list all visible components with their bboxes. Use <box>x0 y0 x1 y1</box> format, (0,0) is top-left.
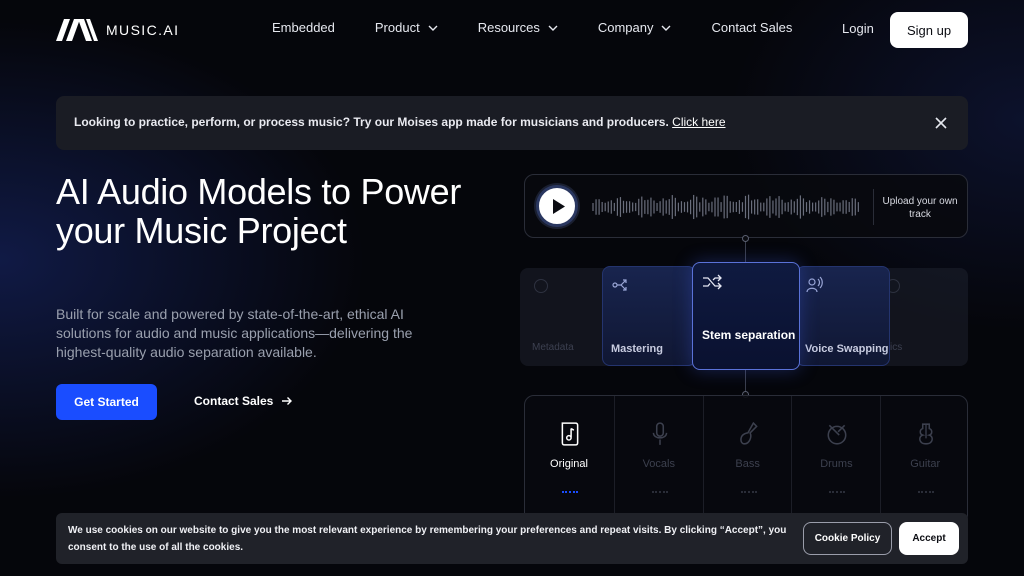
connector-dot <box>742 235 749 242</box>
nav-item-company[interactable]: Company <box>598 20 672 35</box>
music-ai-logo-icon <box>56 19 98 41</box>
model-label: Stem separation <box>702 328 796 342</box>
divider <box>873 189 874 225</box>
hero-title: AI Audio Models to Power your Music Proj… <box>56 171 462 251</box>
nav-links: Embedded Product Resources Company Conta… <box>272 20 832 35</box>
guitar-icon <box>919 423 934 445</box>
stem-indicator <box>740 491 757 493</box>
nav-item-product[interactable]: Product <box>375 20 438 35</box>
audio-player-card: Upload your own track <box>524 174 968 238</box>
stem-option-original[interactable]: Original <box>525 396 613 526</box>
nav-item-label: Contact Sales <box>711 20 793 35</box>
nav-item-label: Company <box>597 20 654 35</box>
model-label-faded[interactable]: Metadata <box>532 342 574 353</box>
nav-item-label: Embedded <box>272 20 335 35</box>
arrow-right-icon <box>282 397 293 405</box>
stem-indicator <box>651 491 668 493</box>
model-card-voice-swapping[interactable]: Voice Swapping <box>796 266 890 366</box>
play-icon <box>553 199 565 214</box>
login-link[interactable]: Login <box>842 21 874 36</box>
contact-sales-label: Contact Sales <box>194 394 274 408</box>
contact-sales-button[interactable]: Contact Sales <box>194 394 293 408</box>
banner-link[interactable]: Click here <box>672 115 725 129</box>
split-arrows-icon <box>703 274 722 290</box>
model-label: Mastering <box>611 343 663 355</box>
chevron-down-icon <box>661 25 671 31</box>
bass-guitar-icon <box>739 422 758 445</box>
upload-track-link[interactable]: Upload your own track <box>881 195 959 221</box>
stem-indicator <box>918 491 935 493</box>
cookie-banner: We use cookies on our website to give yo… <box>56 513 968 564</box>
accept-cookies-button[interactable]: Accept <box>899 522 959 555</box>
top-navigation: MUSIC.AI Embedded Product Resources Comp… <box>0 0 1024 60</box>
get-started-button[interactable]: Get Started <box>56 384 157 420</box>
stem-option-bass[interactable]: Bass <box>702 396 791 526</box>
stem-selector: Original Vocals Bass Drums Guitar <box>524 395 968 526</box>
banner-text: Looking to practice, perform, or process… <box>74 115 673 129</box>
stem-indicator <box>829 491 846 493</box>
drum-icon <box>827 424 847 445</box>
music-file-icon <box>561 422 579 446</box>
chevron-down-icon <box>548 25 558 31</box>
metadata-icon <box>534 279 548 293</box>
voice-icon <box>806 276 823 293</box>
brand-name: MUSIC.AI <box>106 22 180 38</box>
nav-item-label: Product <box>374 20 420 35</box>
signup-button[interactable]: Sign up <box>890 12 968 48</box>
brand-logo[interactable]: MUSIC.AI <box>56 19 179 41</box>
chevron-down-icon <box>428 25 438 31</box>
stem-label: Drums <box>820 458 853 470</box>
model-card-mastering[interactable]: Mastering <box>602 266 696 366</box>
model-label: Voice Swapping <box>805 343 889 355</box>
stem-label: Original <box>550 458 588 470</box>
cookie-policy-button[interactable]: Cookie Policy <box>803 522 892 555</box>
close-icon[interactable] <box>934 116 948 130</box>
waveform[interactable] <box>591 193 861 221</box>
play-button[interactable] <box>536 185 578 227</box>
promo-banner: Looking to practice, perform, or process… <box>56 96 968 150</box>
nav-item-resources[interactable]: Resources <box>478 20 558 35</box>
nav-item-contact-sales[interactable]: Contact Sales <box>711 20 792 35</box>
stem-label: Guitar <box>910 458 941 470</box>
nav-item-embedded[interactable]: Embedded <box>272 20 335 35</box>
stem-label: Bass <box>735 458 760 470</box>
microphone-icon <box>652 422 668 445</box>
stem-option-vocals[interactable]: Vocals <box>613 396 702 526</box>
stem-option-drums[interactable]: Drums <box>791 396 879 526</box>
share-icon <box>612 279 627 291</box>
model-card-stem-separation[interactable]: Stem separation <box>692 262 800 370</box>
model-label-faded[interactable]: ics <box>890 342 902 353</box>
stem-indicator <box>562 491 578 493</box>
nav-item-label: Resources <box>477 20 540 35</box>
stem-label: Vocals <box>642 458 675 470</box>
cookie-message: We use cookies on our website to give yo… <box>68 525 787 553</box>
banner-message: Looking to practice, perform, or process… <box>74 115 726 129</box>
stem-option-guitar[interactable]: Guitar <box>880 396 968 526</box>
hero-subtitle: Built for scale and powered by state-of-… <box>56 306 413 360</box>
